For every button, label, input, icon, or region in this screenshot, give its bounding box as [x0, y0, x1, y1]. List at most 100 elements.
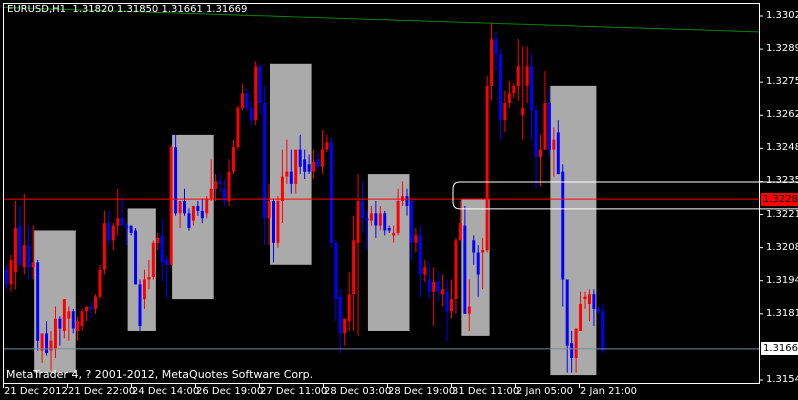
candle-body	[53, 318, 57, 349]
bid-price-tag: 1.31669	[761, 342, 798, 356]
candle-body	[423, 267, 427, 275]
candle	[134, 228, 138, 285]
candle	[312, 149, 316, 180]
candle-body	[467, 306, 471, 314]
candle	[218, 174, 222, 194]
candle	[503, 90, 507, 133]
candle	[98, 264, 102, 300]
candle-body	[534, 110, 538, 157]
candle-body	[200, 210, 204, 219]
candle	[263, 85, 267, 246]
candle	[320, 129, 324, 175]
candle-body	[579, 304, 583, 331]
candle-body	[102, 223, 106, 270]
candle	[156, 232, 160, 251]
candle-body	[76, 321, 80, 331]
candle-body	[62, 299, 66, 331]
price-chart[interactable]	[0, 0, 798, 400]
candle	[352, 215, 356, 331]
candle-body	[71, 311, 75, 329]
candle-body	[601, 311, 605, 351]
candle	[151, 240, 155, 280]
candle	[94, 294, 97, 314]
candle-body	[240, 93, 244, 108]
candle-body	[107, 223, 111, 241]
candle	[490, 22, 494, 101]
candle-body	[530, 66, 534, 111]
candle-body	[574, 328, 578, 358]
candle-body	[263, 103, 267, 219]
candle-body	[512, 85, 516, 94]
candle	[316, 152, 320, 170]
candle-body	[147, 277, 151, 280]
candle	[334, 240, 338, 322]
candle	[414, 228, 418, 253]
candle-body	[490, 39, 494, 86]
price-label: 1.32485	[766, 142, 798, 154]
candle-body	[80, 311, 84, 327]
candle-body	[458, 223, 462, 241]
candle	[249, 100, 253, 126]
candle-body	[441, 289, 445, 295]
candle	[240, 83, 244, 111]
candle-body	[205, 198, 209, 214]
candle-body	[307, 164, 311, 172]
candle-body	[583, 296, 587, 300]
candle	[485, 76, 489, 253]
candle-body	[227, 171, 231, 202]
candle-body	[40, 333, 44, 351]
candle	[36, 259, 40, 351]
candle	[343, 318, 347, 346]
candle	[116, 188, 120, 236]
time-label: 28 Dec 03:00	[324, 386, 392, 397]
candle-body	[178, 201, 182, 214]
candle	[450, 279, 453, 319]
candle	[102, 210, 106, 275]
candle-body	[361, 201, 364, 219]
candle	[338, 289, 342, 354]
candle	[27, 225, 31, 280]
candle-body	[338, 296, 342, 334]
candle-body	[134, 230, 138, 285]
candle-body	[472, 240, 476, 253]
candle-body	[231, 147, 235, 172]
candle	[516, 39, 520, 101]
candle-body	[45, 333, 49, 354]
candle	[111, 223, 115, 251]
candle	[120, 196, 124, 226]
candle-body	[196, 205, 200, 211]
candle-body	[405, 196, 409, 206]
candle	[347, 272, 351, 331]
candle	[596, 306, 600, 314]
candle	[80, 308, 84, 331]
candle-body	[432, 281, 436, 292]
high-value: 1.31850	[116, 4, 159, 15]
candle-body	[369, 213, 373, 221]
candle-body	[596, 308, 600, 312]
candle	[169, 144, 173, 265]
candle-body	[320, 149, 324, 167]
candle-body	[294, 149, 298, 184]
price-label: 1.32350	[766, 175, 798, 187]
candle-body	[378, 213, 382, 226]
chart-title: EURUSD,H1 1.31820 1.31850 1.31661 1.3166…	[7, 4, 247, 16]
candle	[236, 105, 240, 150]
candle-body	[94, 296, 97, 309]
candle-body	[36, 262, 40, 341]
candle-body	[539, 149, 542, 157]
candle	[231, 139, 235, 175]
candle-body	[570, 343, 574, 358]
label-zone-object[interactable]	[452, 181, 798, 210]
candle-body	[258, 66, 262, 104]
candle	[436, 272, 440, 302]
candle-body	[67, 311, 71, 319]
candle-body	[280, 176, 284, 202]
candle-body	[316, 159, 320, 167]
candle-body	[547, 103, 551, 150]
candle-body	[356, 201, 360, 243]
candle	[512, 83, 516, 99]
price-label: 1.32890	[766, 43, 798, 55]
candle-body	[343, 318, 347, 334]
candle-body	[507, 93, 511, 104]
candle-body	[481, 250, 485, 253]
